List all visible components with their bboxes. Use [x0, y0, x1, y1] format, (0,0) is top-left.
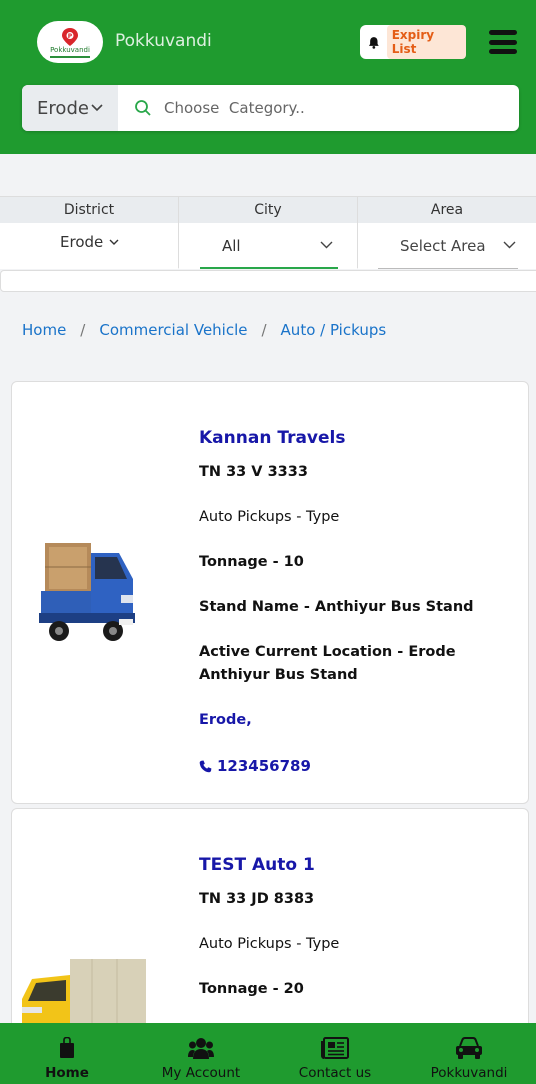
listing-stand: Stand Name - Anthiyur Bus Stand: [199, 599, 474, 615]
expiry-list-label: Expiry List: [386, 25, 466, 59]
district-select[interactable]: Erode: [22, 85, 118, 131]
district-select-value: Erode: [37, 97, 89, 119]
city-filter-underline: [200, 267, 338, 269]
newspaper-icon: [321, 1037, 349, 1059]
svg-text:P: P: [68, 33, 73, 40]
chevron-down-icon: [503, 241, 516, 249]
district-filter: District Erode: [0, 197, 179, 269]
chevron-down-icon: [109, 239, 119, 245]
breadcrumb: Home / Commercial Vehicle / Auto / Picku…: [22, 321, 386, 339]
hamburger-menu-icon[interactable]: [489, 30, 517, 54]
nav-my-account[interactable]: My Account: [134, 1023, 268, 1084]
listing-phone-number: 123456789: [217, 757, 311, 775]
breadcrumb-separator: /: [80, 321, 86, 339]
city-filter-select[interactable]: All: [179, 223, 357, 269]
location-pin-icon: P: [62, 27, 78, 46]
search-field: [118, 85, 519, 131]
header: P Pokkuvandi Pokkuvandi Expiry List Erod…: [0, 0, 536, 154]
listing-city: Erode,: [199, 712, 252, 728]
vehicle-image: [39, 543, 135, 641]
listing-location: Active Current Location - Erode Anthiyur…: [199, 644, 456, 683]
nav-pokkuvandi-label: Pokkuvandi: [430, 1065, 508, 1081]
listing-reg-no: TN 33 V 3333: [199, 464, 308, 480]
shopping-bag-icon: [60, 1037, 74, 1058]
city-filter: City All: [179, 197, 358, 269]
search-icon: [135, 100, 151, 116]
bottom-nav: Home My Account Contact us Pokkuvandi: [0, 1023, 536, 1084]
area-filter-value: Select Area: [400, 237, 486, 255]
search-bar: Erode: [22, 85, 519, 131]
area-filter-select[interactable]: Select Area: [358, 223, 536, 269]
area-filter-underline: [378, 268, 518, 269]
nav-contact-us[interactable]: Contact us: [268, 1023, 402, 1084]
nav-home[interactable]: Home: [0, 1023, 134, 1084]
district-filter-value-wrap: Erode: [60, 233, 119, 251]
listing-phone[interactable]: 123456789: [199, 757, 311, 775]
breadcrumb-auto-pickups[interactable]: Auto / Pickups: [281, 321, 387, 339]
vehicle-image: [22, 959, 146, 1025]
logo-underline: [50, 55, 90, 58]
area-filter-heading: Area: [358, 197, 536, 223]
nav-contact-us-label: Contact us: [298, 1065, 372, 1081]
listing-tonnage: Tonnage - 20: [199, 981, 304, 997]
brand-title: Pokkuvandi: [115, 31, 212, 51]
listing-title[interactable]: Kannan Travels: [199, 428, 345, 448]
breadcrumb-home[interactable]: Home: [22, 321, 66, 339]
city-filter-heading: City: [179, 197, 357, 223]
nav-pokkuvandi[interactable]: Pokkuvandi: [402, 1023, 536, 1084]
search-input[interactable]: [164, 99, 464, 117]
listing-reg-no: TN 33 JD 8383: [199, 891, 315, 907]
logo-text: Pokkuvandi: [50, 45, 90, 54]
users-icon: [188, 1038, 214, 1059]
car-icon: [456, 1037, 482, 1059]
menu-bar: [489, 30, 517, 35]
breadcrumb-commercial-vehicle[interactable]: Commercial Vehicle: [99, 321, 247, 339]
district-filter-heading: District: [0, 197, 178, 223]
area-filter: Area Select Area: [358, 197, 536, 269]
listing-type: Auto Pickups - Type: [199, 509, 340, 525]
listing-title[interactable]: TEST Auto 1: [199, 855, 315, 875]
app-page: P Pokkuvandi Pokkuvandi Expiry List Erod…: [0, 0, 536, 1084]
phone-icon: [199, 760, 212, 772]
logo[interactable]: P Pokkuvandi: [37, 21, 103, 63]
menu-bar: [489, 49, 517, 54]
chevron-down-icon: [320, 241, 333, 249]
listing-tonnage: Tonnage - 10: [199, 554, 304, 570]
bell-icon: [368, 36, 379, 49]
chevron-down-icon: [91, 104, 103, 112]
city-filter-value: All: [222, 237, 241, 255]
district-filter-value: Erode: [60, 233, 104, 251]
breadcrumb-separator: /: [261, 321, 267, 339]
expiry-list-button[interactable]: Expiry List: [360, 25, 466, 59]
filter-bar-strip: [0, 270, 536, 292]
listing-card[interactable]: Kannan Travels TN 33 V 3333 Auto Pickups…: [11, 381, 529, 804]
district-filter-select[interactable]: Erode: [0, 223, 178, 269]
listing-type: Auto Pickups - Type: [199, 936, 340, 952]
filter-row: District Erode City All Area Select Area: [0, 196, 536, 269]
nav-home-label: Home: [45, 1065, 89, 1081]
nav-my-account-label: My Account: [161, 1065, 241, 1081]
menu-bar: [489, 39, 517, 45]
